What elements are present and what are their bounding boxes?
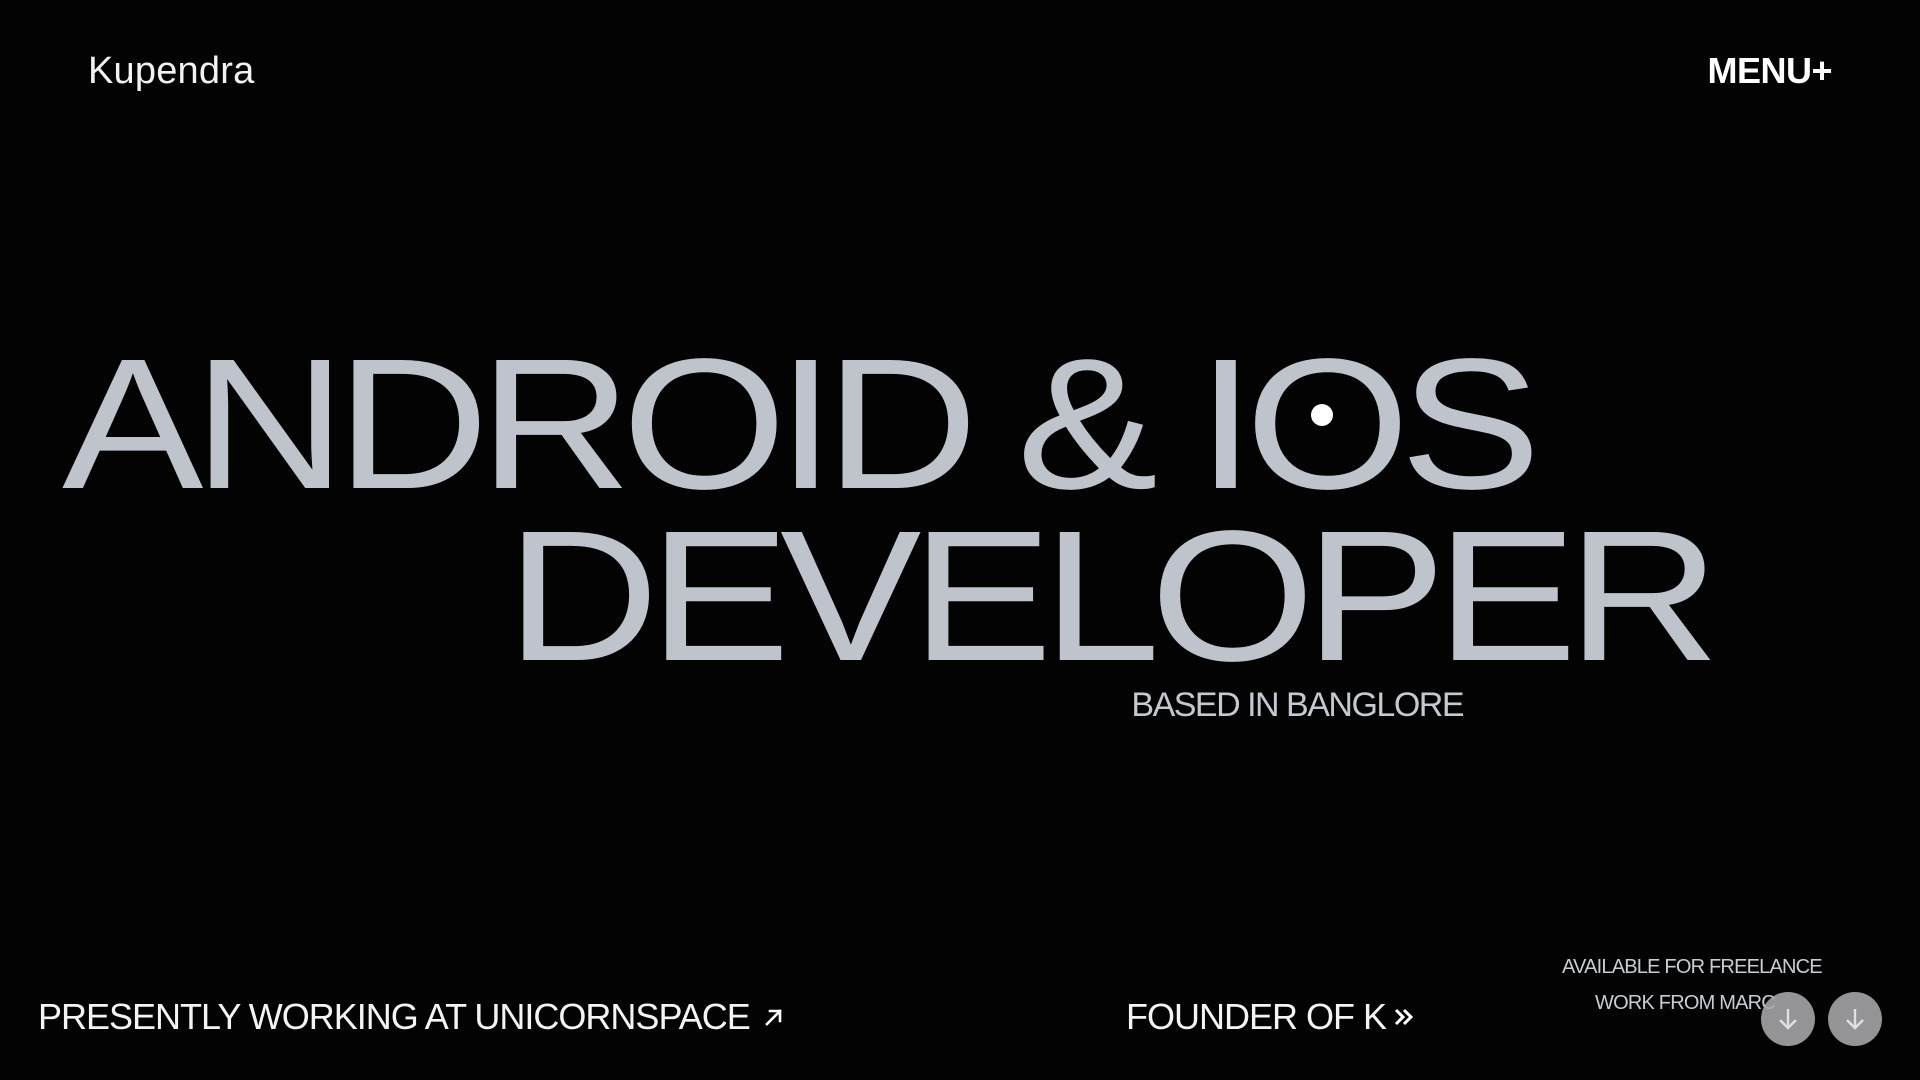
scroll-down-button-secondary[interactable] <box>1828 992 1882 1046</box>
work-from-label: WORK FROM MARC <box>1595 992 1776 1014</box>
double-chevron-right-icon <box>1394 1008 1414 1026</box>
arrow-down-icon <box>1779 1009 1797 1030</box>
site-logo[interactable]: Kupendra <box>88 50 254 93</box>
availability-label: AVAILABLE FOR FREELANCE <box>1562 956 1823 978</box>
current-work-label: PRESENTLY WORKING AT UNICORNSPACE <box>38 996 751 1037</box>
hero-dot <box>1311 404 1333 426</box>
location-label: BASED IN BANGLORE <box>1131 686 1464 724</box>
founder-label: FOUNDER OF K <box>1126 996 1387 1037</box>
current-work-link[interactable]: PRESENTLY WORKING AT UNICORNSPACE <box>38 996 784 1038</box>
arrow-down-icon <box>1846 1009 1864 1030</box>
menu-button[interactable]: MENU+ <box>1707 50 1832 92</box>
hero-title-line1: ANDROID & IOS <box>62 321 1541 528</box>
hero-title-line2: DEVELOPER <box>506 493 1720 700</box>
arrow-up-right-icon <box>764 1009 782 1026</box>
founder-link[interactable]: FOUNDER OF K <box>1126 996 1416 1038</box>
scroll-down-button[interactable] <box>1761 992 1815 1046</box>
